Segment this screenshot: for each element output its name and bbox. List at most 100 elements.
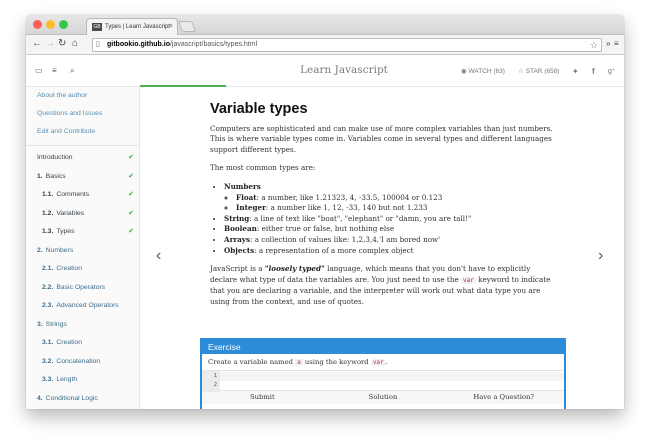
editor-gutter: 1 2	[202, 371, 220, 392]
prompt-mid: using the keyword	[302, 358, 371, 366]
back-arrow-icon[interactable]: ←	[32, 38, 42, 49]
var-keyword: var	[461, 276, 476, 284]
prompt-pre: Create a variable named	[208, 358, 296, 366]
arrays-label: Arrays	[224, 234, 251, 244]
check-icon: ✔	[128, 228, 134, 235]
intro-paragraph: Computers are sophisticated and can make…	[210, 123, 553, 154]
star-button[interactable]: ☆ STAR (658)	[518, 67, 559, 75]
browser-tab[interactable]: GB Types | Learn Javascript ×	[86, 18, 178, 35]
types-list: Numbers Float: a number, like 1.21323, 4…	[224, 182, 555, 256]
sidebar-link-about-author[interactable]: About the author	[26, 87, 139, 105]
question-button[interactable]: Have a Question?	[443, 391, 565, 404]
article: Variable types Computers are sophisticat…	[210, 101, 555, 316]
sidebar-link-questions[interactable]: Questions and Issues	[26, 105, 139, 123]
forward-arrow-icon[interactable]: →	[45, 38, 55, 49]
sidebar-item[interactable]: 3. Strings	[26, 316, 139, 334]
objects-label: Objects	[224, 245, 255, 255]
zoom-window-button[interactable]	[59, 20, 68, 29]
line-number: 2	[213, 382, 217, 388]
sidebar-item-label: Basic Operators	[56, 283, 106, 291]
twitter-icon[interactable]: ✦	[572, 67, 579, 76]
sidebar-item-label: Introduction	[37, 154, 73, 161]
sidebar-item-number: 3.2.	[42, 357, 54, 365]
sidebar-item-label: Advanced Operators	[56, 302, 119, 309]
page-title: Variable types	[210, 101, 308, 117]
minimize-window-button[interactable]	[46, 20, 55, 29]
sidebar-item[interactable]: 2.3. Advanced Operators	[26, 297, 139, 315]
sidebar-item-label: Basics	[45, 172, 66, 180]
sidebar-item-label: Types	[56, 228, 75, 235]
sidebar-item[interactable]: 1.3. Types ✔	[26, 223, 139, 241]
bookmark-star-icon[interactable]: ☆	[590, 39, 598, 51]
numbers-label: Numbers	[224, 181, 261, 191]
sidebar-item[interactable]: 2.1. Creation	[26, 260, 139, 278]
boolean-label: Boolean	[224, 224, 257, 234]
sidebar-item-label: Creation	[56, 339, 83, 346]
sidebar-item[interactable]: 2. Numbers	[26, 242, 139, 260]
prompt-code-var: var	[370, 359, 386, 366]
sidebar-item[interactable]: 4. Conditional Logic	[26, 390, 139, 408]
solution-button[interactable]: Solution	[322, 391, 444, 404]
star-icon: ☆	[518, 68, 524, 75]
sidebar-item-number: 2.2.	[42, 283, 54, 291]
sidebar-item-label: Numbers	[45, 246, 74, 254]
main-content: ‹ › Variable types Computers are sophist…	[141, 87, 624, 409]
objects-text: : a representation of a more complex obj…	[254, 245, 414, 255]
chrome-menu-icon[interactable]: ≡	[614, 39, 619, 48]
submit-button[interactable]: Submit	[202, 391, 323, 404]
string-label: String	[224, 213, 250, 223]
page-icon: ▯	[96, 41, 100, 48]
code-editor[interactable]: 1 2	[202, 370, 564, 392]
prompt-code-a: a	[295, 359, 303, 366]
new-tab-button[interactable]	[177, 21, 197, 32]
watch-button[interactable]: ◉ WATCH (63)	[461, 67, 505, 75]
chevron-right-icon[interactable]: ›	[598, 247, 603, 265]
extensions-icon[interactable]: »	[606, 39, 610, 48]
list-item-numbers: Numbers Float: a number, like 1.21323, 4…	[224, 182, 555, 214]
sidebar-item[interactable]: Introduction ✔	[26, 149, 139, 167]
list-item-string: String: a line of text like "boat", "ele…	[224, 214, 555, 225]
string-text: : a line of text like "boat", "elephant"…	[249, 213, 472, 223]
integer-text: : a number like 1, 12, -33, 140 but not …	[265, 203, 428, 213]
gitbook-favicon-icon: GB	[92, 23, 102, 31]
sidebar-item-number: 1.2.	[42, 209, 54, 217]
sidebar-item-number: 3.3.	[42, 376, 54, 383]
sidebar-item[interactable]: 2.2. Basic Operators	[26, 279, 139, 297]
star-label: STAR (658)	[525, 68, 560, 75]
sidebar-item[interactable]: 1. Basics ✔	[26, 168, 139, 186]
home-icon[interactable]: ⌂	[72, 38, 78, 49]
google-plus-icon[interactable]: g⁺	[608, 67, 616, 75]
tab-close-icon[interactable]: ×	[169, 23, 173, 30]
watch-label: WATCH (63)	[468, 68, 505, 75]
exercise-actions: Submit Solution Have a Question?	[202, 391, 565, 404]
sidebar-link-edit[interactable]: Edit and Contribute	[26, 123, 139, 141]
exercise-prompt: Create a variable named a using the keyw…	[202, 354, 564, 370]
sidebar-item[interactable]: 3.1. Creation	[26, 334, 139, 352]
arrays-text: : a collection of values like: 1,2,3,4,'…	[250, 234, 441, 244]
exercise-title: Exercise	[202, 340, 564, 354]
loose-pre: JavaScript is a	[210, 264, 265, 274]
list-item-integer: Integer: a number like 1, 12, -33, 140 b…	[236, 203, 555, 214]
line-number: 1	[213, 373, 217, 379]
sidebar-item-number: 2.	[37, 246, 43, 254]
common-types-heading: The most common types are:	[210, 163, 316, 173]
sidebar-item[interactable]: 1.2. Variables ✔	[26, 205, 139, 223]
sidebar-item-number: 2.3.	[42, 302, 54, 309]
url-path: /javascript/basics/types.html	[169, 41, 258, 48]
chevron-left-icon[interactable]: ‹	[156, 247, 161, 265]
sidebar-item-label: Conditional Logic	[45, 394, 98, 402]
sidebar-item[interactable]: 4.1.If	[26, 408, 139, 409]
sidebar-item-label: Creation	[56, 265, 83, 272]
close-window-button[interactable]	[33, 20, 42, 29]
check-icon: ✔	[128, 209, 134, 217]
sidebar-item[interactable]: 3.2. Concatenation	[26, 353, 139, 371]
window-controls	[33, 20, 68, 29]
sidebar-item[interactable]: 1.1. Comments ✔	[26, 186, 139, 204]
address-bar[interactable]: ▯ gitbookio.github.io/javascript/basics/…	[92, 38, 602, 52]
facebook-icon[interactable]: f	[592, 67, 595, 76]
exercise-box: Exercise Create a variable named a using…	[200, 338, 566, 409]
loose-emphasis: "loosely typed"	[264, 264, 325, 274]
reload-icon[interactable]: ↻	[58, 38, 66, 49]
sidebar-item[interactable]: 3.3. Length	[26, 371, 139, 389]
sidebar-item-number: 2.1.	[42, 265, 54, 272]
